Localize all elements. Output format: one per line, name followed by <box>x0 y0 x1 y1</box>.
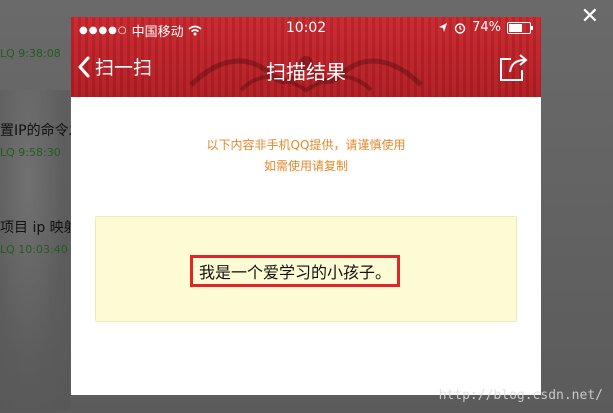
chat-meta-1: LQ 9:38:08 <box>0 47 61 60</box>
battery-percent: 74% <box>472 20 501 35</box>
notice-line-2: 如需使用请复制 <box>263 159 348 173</box>
chat-meta-2: LQ 9:58:30 <box>0 146 61 159</box>
phone-screen: ●●●●○ 中国移动 10:02 74% 扫一扫 扫描结果 以下内容非手机QQ提… <box>71 17 541 395</box>
battery-icon <box>507 21 533 34</box>
watermark: http://blog.csdn.net/ <box>438 388 603 403</box>
close-icon[interactable]: ✕ <box>581 4 599 30</box>
share-button[interactable] <box>497 53 529 87</box>
header-bar: ●●●●○ 中国移动 10:02 74% 扫一扫 扫描结果 <box>71 17 541 97</box>
alarm-icon <box>454 22 466 34</box>
share-icon <box>500 54 528 81</box>
chat-meta-3: LQ 10:03:40 <box>0 243 68 256</box>
location-arrow-icon <box>439 23 448 32</box>
page-title: 扫描结果 <box>266 60 346 84</box>
battery-fill <box>509 23 523 32</box>
notice-line-1: 以下内容非手机QQ提供，请谨慎使用 <box>206 138 406 152</box>
status-bar: ●●●●○ 中国移动 10:02 74% <box>71 17 541 41</box>
navigation-bar: 扫一扫 扫描结果 <box>71 47 541 93</box>
scan-result-text[interactable]: 我是一个爱学习的小孩子。 <box>190 255 401 287</box>
chat-message-2: 项目 ip 映射 <box>0 220 78 236</box>
status-right: 74% <box>438 20 533 35</box>
safety-notice: 以下内容非手机QQ提供，请谨慎使用 如需使用请复制 <box>71 135 541 177</box>
